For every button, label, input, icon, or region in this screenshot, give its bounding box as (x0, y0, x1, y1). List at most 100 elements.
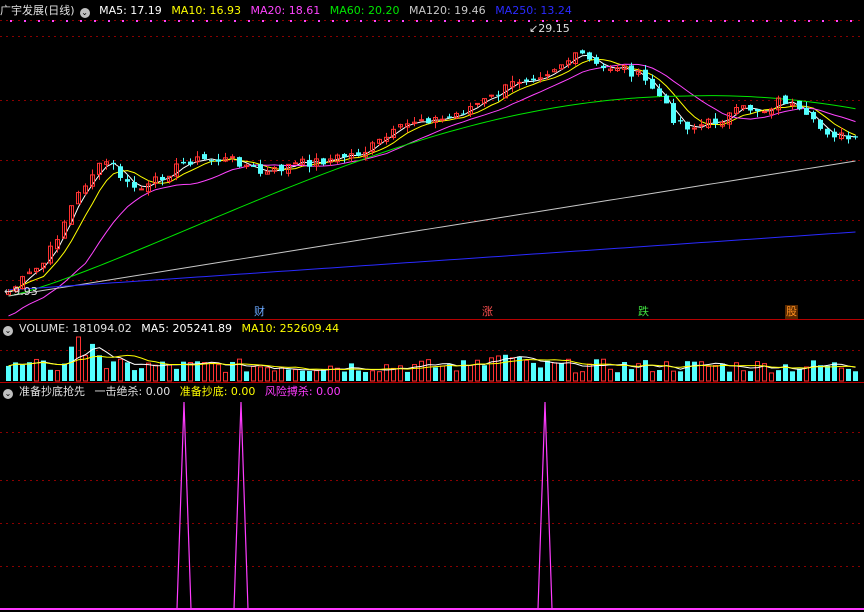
dot-marker (584, 20, 586, 22)
candle-body (818, 119, 823, 129)
dot-marker (766, 20, 768, 22)
candle-body (797, 100, 802, 110)
dot-marker (164, 20, 166, 22)
volume-bar (41, 360, 46, 381)
dot-marker (178, 20, 180, 22)
volume-bar (594, 359, 599, 381)
dot-marker (668, 20, 670, 22)
volume-bar (797, 368, 802, 381)
candle-body (755, 108, 760, 112)
dot-marker (10, 20, 12, 22)
dot-marker (122, 20, 124, 22)
candle-body (664, 95, 669, 104)
event-tag-stock[interactable]: 股 (785, 305, 798, 319)
volume-bar (97, 355, 102, 381)
volume-bar (629, 369, 634, 381)
candle-body (118, 166, 123, 178)
candle-body (342, 154, 347, 158)
dot-marker (780, 20, 782, 22)
candle-body (531, 78, 536, 81)
stock-title: 广宇发展(日线) (0, 4, 75, 17)
candle-body (251, 165, 256, 167)
volume-bar (657, 370, 662, 381)
dot-marker (346, 20, 348, 22)
volume-bar (461, 360, 466, 381)
dot-marker (108, 20, 110, 22)
dot-marker (794, 20, 796, 22)
volume-bar (538, 367, 543, 381)
dot-marker (402, 20, 404, 22)
volume-bar (559, 363, 564, 381)
candle-body (643, 69, 648, 81)
dot-marker (136, 20, 138, 22)
dot-marker (332, 20, 334, 22)
volume-bar (643, 360, 648, 381)
dot-marker (318, 20, 320, 22)
volume-bar (356, 370, 361, 381)
volume-bar (125, 362, 130, 381)
event-tag-fall[interactable]: 跌 (637, 305, 650, 319)
candle-body (846, 135, 851, 140)
dot-marker (80, 20, 82, 22)
dot-marker (66, 20, 68, 22)
candle-body (545, 74, 550, 77)
candle-body (657, 88, 662, 97)
candle-body (209, 160, 214, 162)
event-tag-rise[interactable]: 涨 (481, 305, 494, 319)
dot-marker (612, 20, 614, 22)
candle-body (279, 164, 284, 172)
main-legend: 广宇发展(日线) ⌄ MA5: 17.19 MA10: 16.93 MA20: 1… (0, 3, 578, 19)
volume-bar (174, 368, 179, 381)
dot-marker (94, 20, 96, 22)
candle-body (804, 107, 809, 115)
volume-bar (692, 361, 697, 381)
event-tag-finance[interactable]: 财 (253, 305, 266, 319)
volume-bar (6, 365, 11, 381)
volume-bar (160, 361, 165, 381)
indicator-risk-value: 风险搏杀: 0.00 (264, 385, 341, 398)
candle-body (811, 111, 816, 120)
candle-body (783, 95, 788, 104)
dot-marker (444, 20, 446, 22)
collapse-toggle-icon[interactable]: ⌄ (3, 389, 13, 399)
volume-legend: ⌄ VOLUME: 181094.02 MA5: 205241.89 MA10: … (0, 321, 345, 337)
volume-bar (811, 360, 816, 381)
candle-body (202, 154, 207, 160)
dot-marker (430, 20, 432, 22)
volume-ma5-value: MA5: 205241.89 (141, 322, 232, 335)
candle-body (293, 162, 298, 165)
grid-lines (0, 0, 864, 612)
dot-marker (374, 20, 376, 22)
dot-marker (836, 20, 838, 22)
ma60-value: MA60: 20.20 (329, 4, 400, 17)
candle-body (258, 164, 263, 174)
candle-body (629, 65, 634, 77)
dot-marker (654, 20, 656, 22)
candle-body (307, 159, 312, 167)
dot-marker (500, 20, 502, 22)
dot-marker (458, 20, 460, 22)
volume-bar (300, 370, 305, 381)
volume-bar (531, 362, 536, 381)
volume-bar (405, 371, 410, 381)
low-price-label: ←9.93 (4, 285, 38, 298)
dot-marker (682, 20, 684, 22)
volume-bar (69, 346, 74, 381)
dot-marker (752, 20, 754, 22)
dot-marker (822, 20, 824, 22)
collapse-toggle-icon[interactable]: ⌄ (3, 326, 13, 336)
ma20-value: MA20: 18.61 (250, 4, 321, 17)
dot-marker (640, 20, 642, 22)
dot-marker (710, 20, 712, 22)
dot-marker (24, 20, 26, 22)
dot-marker (220, 20, 222, 22)
candle-body (853, 136, 858, 138)
candle-body (825, 128, 830, 135)
dot-marker (850, 20, 852, 22)
stock-chart[interactable] (0, 0, 864, 612)
volume-bar (111, 361, 116, 381)
dot-marker (234, 20, 236, 22)
dot-marker (290, 20, 292, 22)
candle-body (188, 161, 193, 165)
collapse-toggle-icon[interactable]: ⌄ (79, 8, 90, 18)
